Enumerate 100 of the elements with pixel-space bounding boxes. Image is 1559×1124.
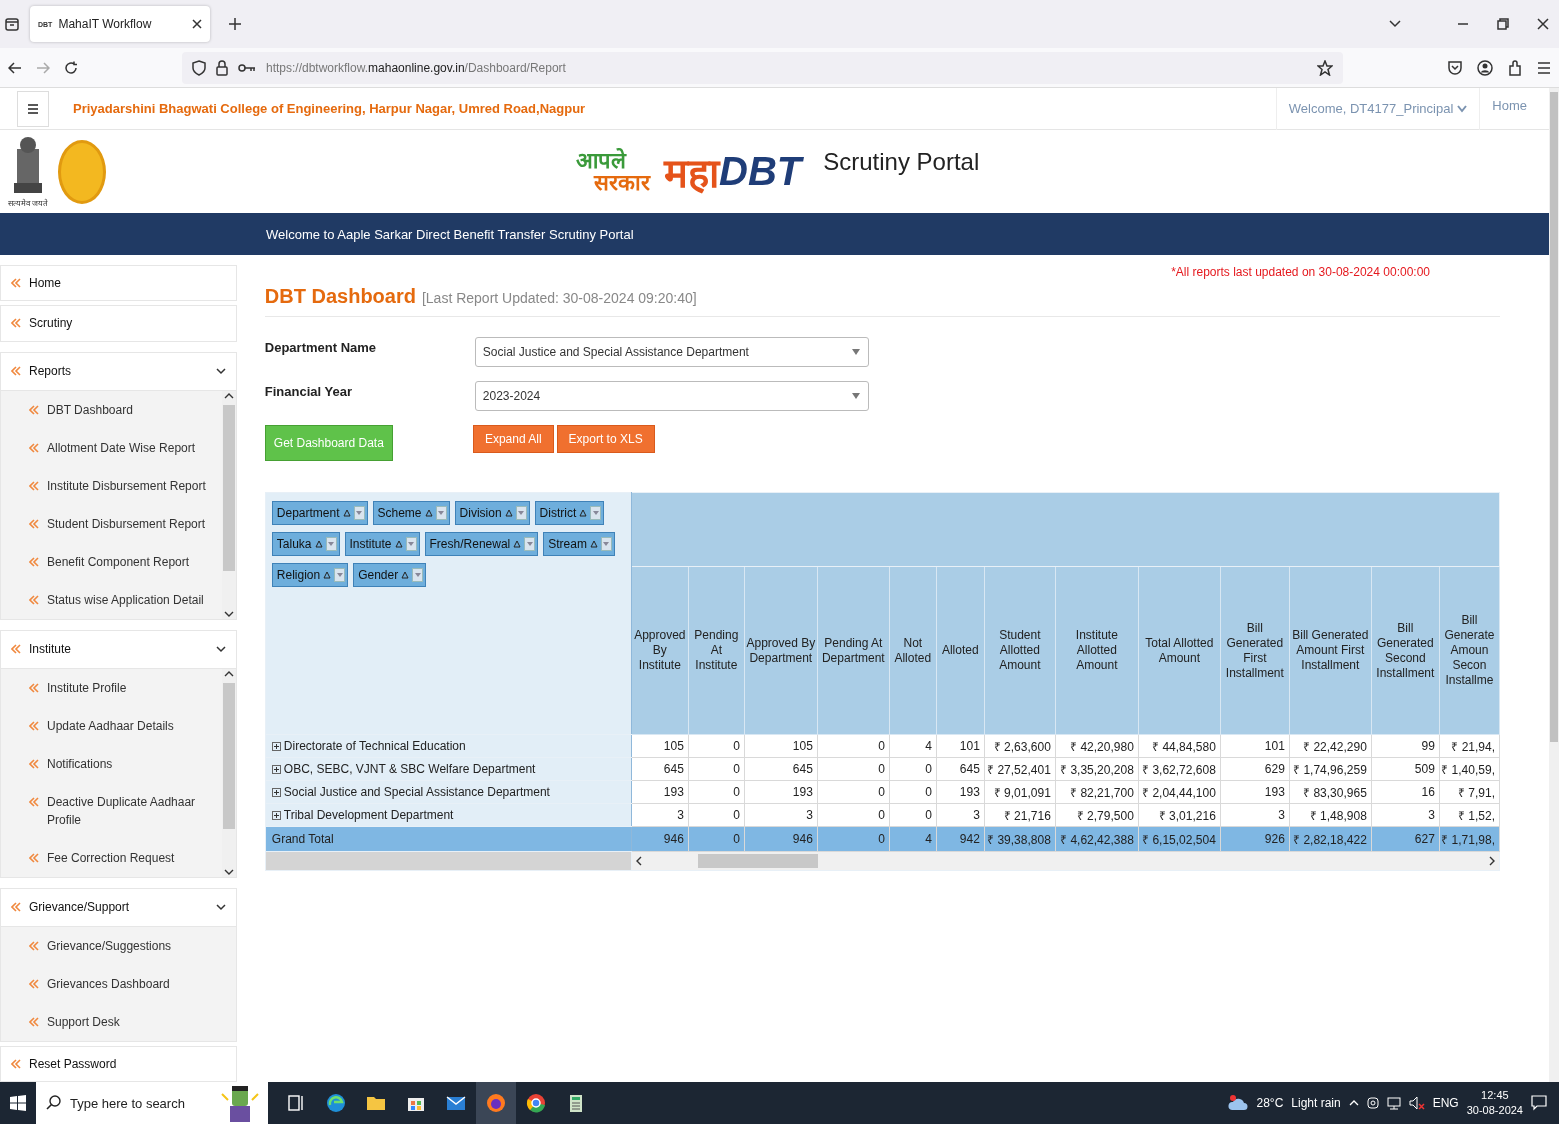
account-icon[interactable]	[1477, 59, 1493, 76]
filter-dropdown[interactable]	[600, 537, 612, 551]
sort-icon[interactable]	[323, 571, 332, 579]
sort-icon[interactable]	[424, 509, 433, 517]
scroll-down-icon[interactable]	[223, 610, 234, 617]
reload-icon[interactable]	[64, 60, 78, 75]
sidebar-item[interactable]: Reset Password	[0, 1045, 237, 1082]
sidebar-subitem[interactable]: Notifications	[1, 744, 222, 783]
tab-overflow-icon[interactable]	[1389, 20, 1401, 28]
speaker-muted-icon[interactable]	[1408, 1096, 1425, 1110]
sidebar-item[interactable]: Home	[0, 265, 237, 302]
filter-dropdown[interactable]	[412, 568, 424, 582]
expand-icon[interactable]	[271, 742, 281, 751]
expand-icon[interactable]	[271, 788, 281, 797]
sidebar-subitem[interactable]: Support Desk	[1, 1002, 236, 1041]
field-chip[interactable]: Department	[271, 501, 368, 525]
expand-icon[interactable]	[271, 811, 281, 820]
sort-icon[interactable]	[342, 509, 351, 517]
sidebar-subitem[interactable]: Benefit Component Report	[1, 542, 222, 581]
menu-button[interactable]	[17, 90, 49, 127]
menu-icon[interactable]	[27, 103, 39, 114]
filter-dropdown[interactable]	[325, 537, 337, 551]
page-scrollbar[interactable]	[1549, 88, 1559, 1082]
sidebar-subitem[interactable]: Update Aadhaar Details	[1, 706, 222, 745]
dropdown[interactable]: Social Justice and Special Assistance Department	[474, 337, 869, 367]
sort-icon[interactable]	[401, 571, 410, 579]
field-chip[interactable]: Division	[454, 501, 530, 525]
restore-icon[interactable]	[1497, 18, 1509, 30]
filter-dropdown[interactable]	[435, 506, 447, 520]
sidebar-subitem[interactable]: Status wise Application Detail	[1, 580, 222, 619]
scroll-up-icon[interactable]	[223, 392, 234, 399]
firefox-icon	[486, 1093, 506, 1113]
sidebar-subitem[interactable]: Institute Profile	[1, 668, 222, 707]
sidebar-subitem[interactable]: Grievances Dashboard	[1, 964, 236, 1003]
sort-icon[interactable]	[589, 540, 598, 548]
caret-icon	[526, 542, 533, 546]
expand-icon[interactable]	[271, 765, 281, 774]
sidebar-subitem[interactable]: Grievance/Suggestions	[1, 926, 236, 965]
field-chip[interactable]: Stream	[543, 532, 615, 556]
sidebar-subitem[interactable]: Allotment Date Wise Report	[1, 428, 222, 467]
sidebar-subitem[interactable]: Fee Correction Request	[1, 838, 222, 877]
bookmark-star-icon[interactable]	[1317, 59, 1333, 76]
filter-dropdown[interactable]	[353, 506, 365, 520]
key-icon[interactable]	[238, 62, 256, 73]
scrollbar[interactable]	[221, 390, 236, 619]
sort-icon[interactable]	[513, 540, 522, 548]
network-icon[interactable]	[1386, 1096, 1401, 1110]
sidebar-subitem[interactable]: DBT Dashboard	[1, 390, 222, 429]
filter-dropdown[interactable]	[515, 506, 527, 520]
scroll-right-icon[interactable]	[1489, 856, 1495, 866]
filter-dropdown[interactable]	[524, 537, 536, 551]
extensions-icon[interactable]	[1507, 59, 1523, 76]
row-header[interactable]: Directorate of Technical Education	[265, 734, 632, 758]
chevrons-icon	[11, 901, 21, 914]
field-chip[interactable]: Gender	[353, 563, 427, 587]
menu-icon[interactable]	[1537, 61, 1551, 74]
table-cell: 105	[631, 734, 689, 758]
row-header[interactable]: Tribal Development Department	[265, 803, 632, 827]
sidebar-subitem[interactable]: Student Disbursement Report	[1, 504, 222, 543]
row-header[interactable]: OBC, SEBC, VJNT & SBC Welfare Department	[265, 757, 632, 781]
sort-icon[interactable]	[394, 540, 403, 548]
shield-icon[interactable]	[192, 59, 206, 76]
chevrons-icon	[11, 277, 21, 290]
field-chip[interactable]: Institute	[344, 532, 420, 556]
filter-dropdown[interactable]	[334, 568, 346, 582]
field-chip[interactable]: District	[534, 501, 605, 525]
sidebar-subitem[interactable]: Institute Disbursement Report	[1, 466, 222, 505]
row-header[interactable]: Social Justice and Special Assistance Department	[265, 780, 632, 804]
scroll-up-icon[interactable]	[223, 670, 234, 677]
horizontal-scrollbar[interactable]	[631, 852, 1499, 870]
sort-icon[interactable]	[504, 509, 513, 517]
dropdown[interactable]: 2023-2024	[474, 381, 869, 411]
sort-icon[interactable]	[579, 509, 588, 517]
sidebar-item[interactable]: Scrutiny	[0, 305, 237, 342]
close-icon[interactable]	[1537, 18, 1549, 30]
scrollbar[interactable]	[221, 668, 236, 877]
chevrons-icon	[29, 977, 39, 990]
camera-icon[interactable]	[1366, 1096, 1379, 1110]
back-icon[interactable]	[8, 60, 22, 75]
close-icon[interactable]	[192, 19, 202, 29]
table-cell: ₹ 4,62,42,388	[1055, 826, 1139, 852]
field-chip[interactable]: Fresh/Renewal	[424, 532, 539, 556]
filter-dropdown[interactable]	[590, 506, 602, 520]
windows-icon[interactable]	[10, 1095, 26, 1111]
tab-list-icon[interactable]	[4, 16, 20, 32]
sidebar-subitem[interactable]: Deactive Duplicate Aadhaar Profile	[1, 782, 222, 839]
field-chip[interactable]: Religion	[271, 563, 349, 587]
sort-icon[interactable]	[314, 540, 323, 548]
language-indicator[interactable]: ENG	[1432, 1096, 1459, 1110]
field-chip[interactable]: Taluka	[271, 532, 340, 556]
notification-icon[interactable]	[1531, 1095, 1547, 1111]
search-field[interactable]: Type here to search	[36, 1082, 268, 1124]
filter-dropdown[interactable]	[405, 537, 417, 551]
scroll-down-icon[interactable]	[223, 868, 234, 875]
lock-icon[interactable]	[216, 59, 228, 76]
field-chip[interactable]: Scheme	[372, 501, 450, 525]
pocket-icon[interactable]	[1447, 59, 1463, 76]
scroll-left-icon[interactable]	[635, 856, 642, 866]
chevron-up-icon[interactable]	[1348, 1100, 1359, 1106]
new-tab-icon[interactable]	[228, 17, 242, 31]
